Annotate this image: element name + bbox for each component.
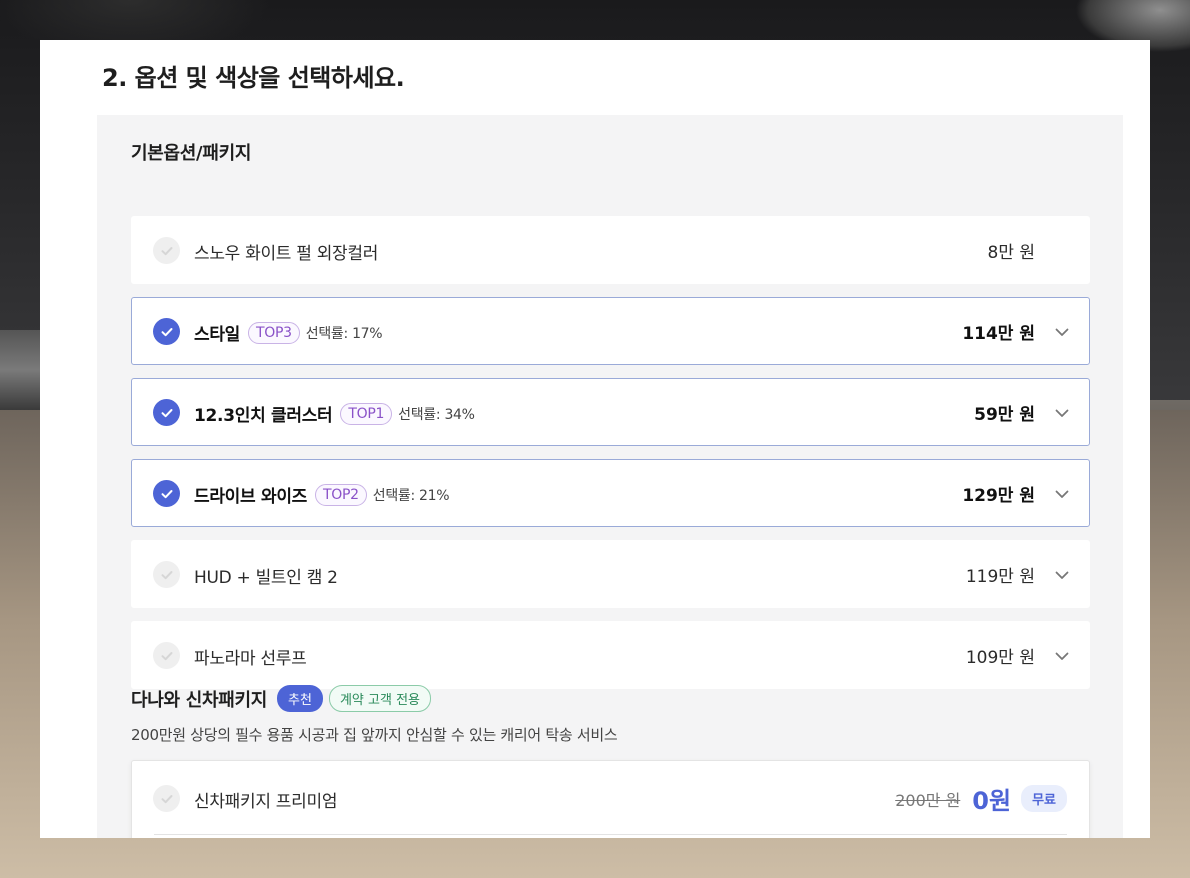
recommend-badge: 추천 bbox=[277, 685, 323, 712]
package-price: 200만 원 0원 무료 bbox=[895, 781, 1067, 816]
option-card[interactable]: 드라이브 와이즈 TOP2 선택률: 21% 129만 원 bbox=[131, 459, 1090, 527]
option-card[interactable]: 스타일 TOP3 선택률: 17% 114만 원 bbox=[131, 297, 1090, 365]
option-price: 59만 원 bbox=[974, 405, 1035, 425]
selection-rate: 선택률: 17% bbox=[305, 325, 383, 342]
package-option-card[interactable]: 신차패키지 프리미엄 200만 원 0원 무료 bbox=[131, 760, 1090, 838]
basic-options-title: 기본옵션/패키지 bbox=[131, 143, 252, 164]
option-price: 119만 원 bbox=[965, 567, 1035, 587]
option-card[interactable]: HUD + 빌트인 캠 2 119만 원 bbox=[131, 540, 1090, 608]
option-name-row: 12.3인치 클러스터 TOP1 선택률: 34% bbox=[194, 401, 475, 426]
check-circle-icon[interactable] bbox=[153, 642, 180, 669]
check-circle-icon[interactable] bbox=[153, 480, 180, 507]
chevron-down-icon[interactable] bbox=[1053, 485, 1071, 503]
chevron-down-icon[interactable] bbox=[1053, 647, 1071, 665]
option-name-row: 스타일 TOP3 선택률: 17% bbox=[194, 320, 383, 345]
options-container: 기본옵션/패키지 스노우 화이트 펄 외장컬러 8만 원스타일 TOP3 선택률: 1… bbox=[97, 115, 1123, 838]
option-name-row: HUD + 빌트인 캠 2 bbox=[194, 563, 338, 588]
contract-only-badge: 계약 고객 전용 bbox=[328, 685, 431, 712]
selection-rate: 선택률: 21% bbox=[372, 487, 450, 504]
check-circle-icon[interactable] bbox=[153, 318, 180, 345]
chevron-down-icon[interactable] bbox=[1053, 566, 1071, 584]
option-price: 129만 원 bbox=[962, 486, 1035, 506]
option-card[interactable]: 스노우 화이트 펄 외장컬러 8만 원 bbox=[131, 216, 1090, 284]
section-title: 2. 옵션 및 색상을 선택하세요. bbox=[102, 64, 405, 92]
option-card[interactable]: 파노라마 선루프 109만 원 bbox=[131, 621, 1090, 689]
option-name: 스노우 화이트 펄 외장컬러 bbox=[194, 244, 379, 264]
option-name: 스타일 bbox=[194, 325, 241, 345]
original-price: 200만 원 bbox=[895, 790, 961, 810]
discount-price: 0원 bbox=[972, 787, 1012, 815]
package-description: 200만원 상당의 필수 용품 시공과 집 앞까지 안심할 수 있는 캐리어 탁… bbox=[131, 726, 618, 744]
option-name-row: 드라이브 와이즈 TOP2 선택률: 21% bbox=[194, 482, 450, 507]
option-name: 파노라마 선루프 bbox=[194, 649, 307, 669]
package-title: 다나와 신차패키지 bbox=[131, 689, 268, 711]
rank-badge: TOP2 bbox=[315, 483, 367, 506]
option-name: HUD + 빌트인 캠 2 bbox=[194, 568, 338, 588]
check-circle-icon[interactable] bbox=[153, 237, 180, 264]
selection-rate: 선택률: 34% bbox=[398, 406, 475, 423]
options-panel: 2. 옵션 및 색상을 선택하세요. 기본옵션/패키지 스노우 화이트 펄 외장… bbox=[40, 40, 1150, 838]
chevron-down-icon[interactable] bbox=[1053, 323, 1071, 341]
divider bbox=[154, 834, 1067, 835]
option-price: 114만 원 bbox=[962, 324, 1035, 344]
check-circle-icon[interactable] bbox=[153, 399, 180, 426]
option-name-row: 스노우 화이트 펄 외장컬러 bbox=[194, 239, 378, 264]
rank-badge: TOP1 bbox=[340, 402, 393, 425]
option-price: 109만 원 bbox=[965, 648, 1035, 668]
check-circle-icon[interactable] bbox=[153, 785, 180, 812]
option-card[interactable]: 12.3인치 클러스터 TOP1 선택률: 34% 59만 원 bbox=[131, 378, 1090, 446]
option-name: 12.3인치 클러스터 bbox=[194, 406, 333, 426]
package-header: 다나와 신차패키지 추천 계약 고객 전용 bbox=[131, 685, 431, 712]
option-name-row: 파노라마 선루프 bbox=[194, 644, 307, 669]
option-price: 8만 원 bbox=[987, 243, 1036, 263]
free-badge: 무료 bbox=[1021, 785, 1067, 812]
option-name: 드라이브 와이즈 bbox=[194, 487, 307, 507]
package-item-name: 신차패키지 프리미엄 bbox=[194, 792, 338, 812]
chevron-down-icon[interactable] bbox=[1053, 404, 1071, 422]
rank-badge: TOP3 bbox=[248, 321, 300, 344]
check-circle-icon[interactable] bbox=[153, 561, 180, 588]
